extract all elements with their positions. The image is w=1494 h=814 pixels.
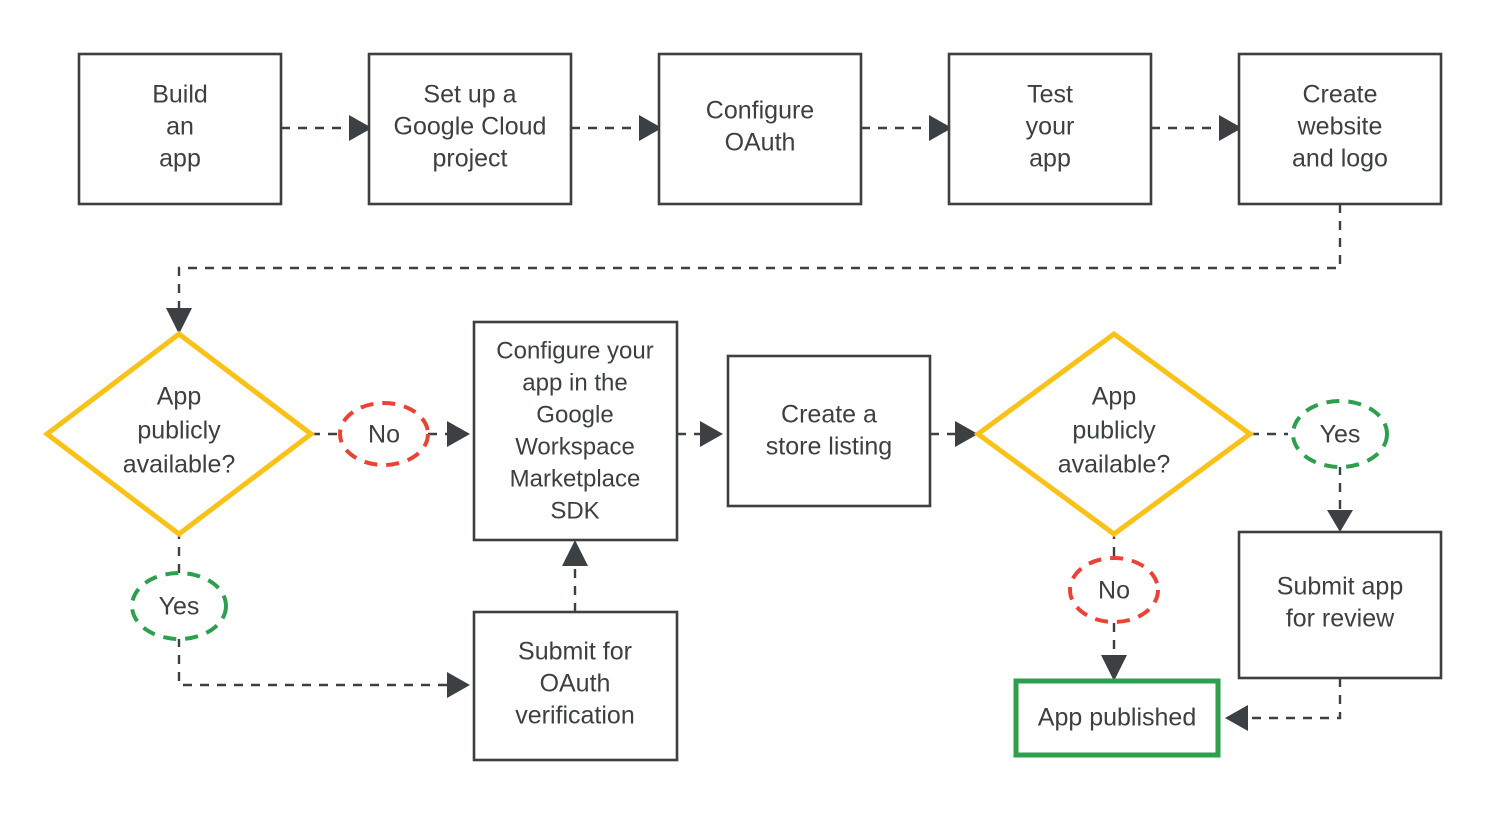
node-submit-oauth-verification[interactable]: Submit for OAuth verification <box>472 610 679 762</box>
badge-yes-left: Yes <box>130 571 228 641</box>
node-sdk-line-5: Marketplace <box>510 465 641 492</box>
node-review-line-2: for review <box>1286 605 1395 633</box>
node-sdk-line-2: app in the <box>522 369 627 396</box>
node-decision-right-line-3: available? <box>1058 451 1171 479</box>
node-build-an-app-line-3: app <box>159 145 201 173</box>
node-decision-left-line-1: App <box>157 383 201 411</box>
node-review-line-1: Submit app <box>1277 573 1403 601</box>
node-submit-app-for-review[interactable]: Submit app for review <box>1237 530 1443 680</box>
node-verify-line-2: OAuth <box>540 670 611 698</box>
node-listing-line-2: store listing <box>766 433 892 461</box>
node-create-website-and-logo[interactable]: Create website and logo <box>1237 52 1443 206</box>
edge-build-to-gcp <box>281 115 372 141</box>
node-verify-line-3: verification <box>515 702 635 730</box>
node-test-line-3: app <box>1029 145 1071 173</box>
badge-yes-left-label: Yes <box>159 593 200 621</box>
edge-review-to-published <box>1225 678 1342 731</box>
node-decision-left-line-3: available? <box>123 451 236 479</box>
node-sdk-line-6: SDK <box>550 497 599 524</box>
node-published-line-1: App published <box>1038 704 1196 732</box>
flowchart-svg: configure app sdk --> (down, right) -> s… <box>42 52 1443 762</box>
node-test-line-2: your <box>1026 113 1075 141</box>
node-create-store-listing[interactable]: Create a store listing <box>726 354 932 508</box>
edge-website-to-decision-left <box>166 204 1342 334</box>
node-sdk-line-3: Google <box>536 401 613 428</box>
node-test-your-app[interactable]: Test your app <box>947 52 1153 206</box>
node-decision-public-left[interactable]: App publicly available? <box>42 330 316 538</box>
node-decision-public-right[interactable]: App publicly available? <box>973 330 1255 538</box>
flowchart-canvas: configure app sdk --> (down, right) -> s… <box>0 0 1494 814</box>
node-sdk-line-4: Workspace <box>515 433 635 460</box>
node-gcp-line-2: Google Cloud <box>394 113 547 141</box>
edge-verification-to-sdk <box>562 540 588 612</box>
edge-test-to-website <box>1151 115 1242 141</box>
badge-no-left-label: No <box>368 421 400 449</box>
node-website-line-3: and logo <box>1292 145 1388 173</box>
node-configure-oauth[interactable]: Configure OAuth <box>657 52 863 206</box>
node-test-line-1: Test <box>1027 81 1073 109</box>
node-oauth-line-2: OAuth <box>725 129 796 157</box>
node-listing-line-1: Create a <box>781 401 877 429</box>
node-set-up-gcp-project[interactable]: Set up a Google Cloud project <box>367 52 573 206</box>
node-sdk-line-1: Configure your <box>496 337 653 364</box>
node-verify-line-1: Submit for <box>518 638 632 666</box>
edge-oauth-to-test <box>861 115 952 141</box>
node-website-line-1: Create <box>1302 81 1377 109</box>
edge-gcp-to-oauth <box>571 115 662 141</box>
node-app-published[interactable]: App published <box>1013 678 1221 758</box>
badge-no-left: No <box>338 401 430 467</box>
node-decision-right-line-2: publicly <box>1072 417 1156 445</box>
badge-yes-right-label: Yes <box>1320 421 1361 449</box>
node-gcp-line-3: project <box>432 145 507 173</box>
node-decision-left-line-2: publicly <box>137 417 221 445</box>
node-build-an-app-line-1: Build <box>152 81 208 109</box>
badge-no-right-label: No <box>1098 577 1130 605</box>
node-configure-app-sdk[interactable]: Configure your app in the Google Workspa… <box>472 320 679 542</box>
node-build-an-app[interactable]: Build an app <box>77 52 283 206</box>
badge-no-right: No <box>1068 556 1160 624</box>
node-gcp-line-1: Set up a <box>423 81 516 109</box>
node-oauth-line-1: Configure <box>706 97 814 125</box>
node-build-an-app-line-2: an <box>166 113 194 141</box>
badge-yes-right: Yes <box>1291 399 1389 469</box>
edge-sdk-to-listing <box>677 421 723 447</box>
node-website-line-2: website <box>1297 113 1383 141</box>
edge-listing-to-decision-right <box>930 421 978 447</box>
node-decision-right-line-1: App <box>1092 383 1136 411</box>
